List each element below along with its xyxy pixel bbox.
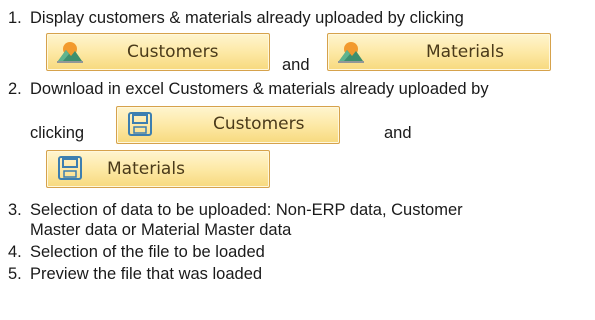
- download-materials-button[interactable]: Materials: [46, 150, 270, 188]
- download-customers-label: Customers: [213, 114, 305, 134]
- display-materials-label: Materials: [426, 42, 504, 62]
- item-3-text-line2: Master data or Material Master data: [30, 221, 292, 239]
- display-customers-label: Customers: [127, 42, 219, 62]
- landscape-image-icon: [57, 42, 83, 63]
- item-5-text: Preview the file that was loaded: [30, 265, 263, 283]
- download-materials-label: Materials: [107, 159, 185, 179]
- item-1-number: 1.: [8, 9, 22, 27]
- item-4-number: 4.: [8, 243, 22, 261]
- item-2-text-line1: Download in excel Customers & materials …: [30, 80, 489, 98]
- item-2-number: 2.: [8, 80, 22, 98]
- landscape-image-icon: [338, 42, 364, 63]
- item-1-text: Display customers & materials already up…: [30, 9, 464, 27]
- item-3-number: 3.: [8, 201, 22, 219]
- item-4-text: Selection of the file to be loaded: [30, 243, 265, 261]
- item-2-text-line2: clicking: [30, 124, 85, 142]
- and-connector-2: and: [384, 124, 412, 142]
- item-3-text-line1: Selection of data to be uploaded: Non-ER…: [30, 201, 463, 219]
- and-connector-1: and: [282, 56, 310, 74]
- floppy-disk-icon: [128, 112, 152, 136]
- display-customers-button[interactable]: Customers: [46, 33, 270, 71]
- floppy-disk-icon: [58, 156, 82, 180]
- download-customers-button[interactable]: Customers: [116, 106, 340, 144]
- display-materials-button[interactable]: Materials: [327, 33, 551, 71]
- item-5-number: 5.: [8, 265, 22, 283]
